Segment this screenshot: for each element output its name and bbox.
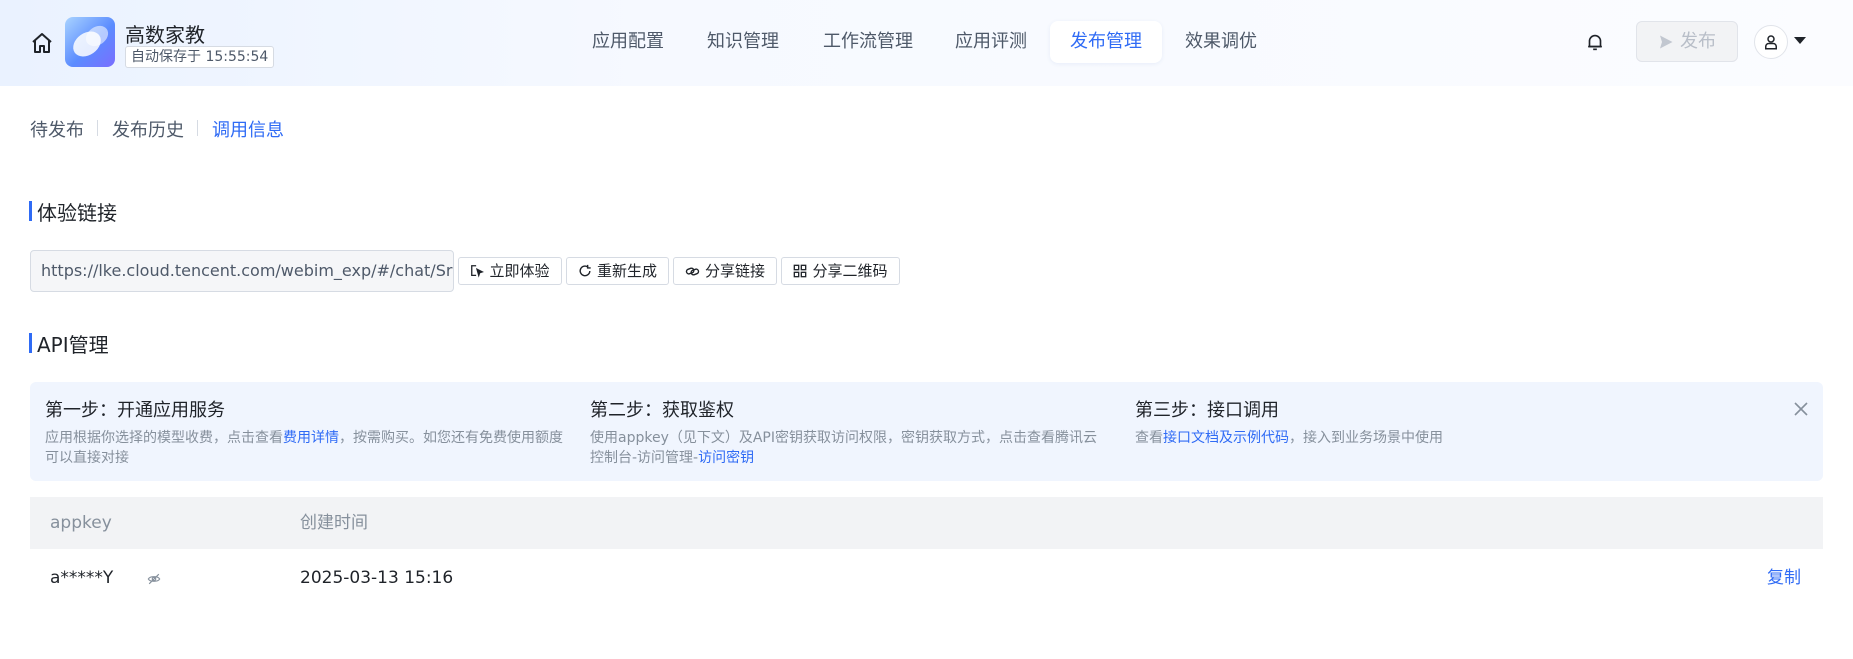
api-docs-link[interactable]: 接口文档及示例代码	[1163, 430, 1289, 446]
section-title-experience: 体验链接	[37, 201, 117, 225]
step-description: 使用appkey（见下文）及API密钥获取访问权限，密钥获取方式，点击查看腾讯云…	[590, 428, 1110, 468]
share-link-button[interactable]: 分享链接	[673, 257, 777, 285]
table-row: a*****Y 2025-03-13 15:16 复制	[30, 549, 1823, 607]
autosave-status: 自动保存于 15:55:54	[125, 46, 275, 68]
try-now-button[interactable]: 立即体验	[458, 257, 562, 285]
close-icon[interactable]	[1791, 399, 1811, 419]
step-text: 使用appkey（见下文）及API密钥获取访问权限，密钥获取方式，点击查看腾讯云…	[590, 430, 1098, 466]
publish-button[interactable]: 发布	[1636, 21, 1738, 62]
chevron-down-icon[interactable]	[1794, 37, 1806, 44]
regenerate-label: 重新生成	[596, 262, 657, 280]
copy-button[interactable]: 复制	[1767, 549, 1801, 607]
tab-evaluation[interactable]: 应用评测	[955, 21, 1027, 63]
section-accent-bar	[29, 333, 32, 353]
send-icon	[1660, 35, 1673, 48]
app-logo	[65, 17, 115, 67]
link-icon	[685, 267, 700, 275]
column-header-created: 创建时间	[300, 513, 368, 533]
step-text: 查看	[1135, 430, 1163, 446]
step-description: 应用根据你选择的模型收费，点击查看费用详情，按需购买。如您还有免费使用额度可以直…	[45, 428, 565, 468]
fee-details-link[interactable]: 费用详情	[283, 430, 339, 446]
bell-icon[interactable]	[1584, 31, 1606, 53]
publish-label: 发布	[1680, 31, 1716, 52]
subtab-invoke-info[interactable]: 调用信息	[212, 116, 284, 142]
step-text: 应用根据你选择的模型收费，点击查看	[45, 430, 283, 446]
share-qr-label: 分享二维码	[812, 262, 888, 280]
experience-url-field[interactable]: https://lke.cloud.tencent.com/webim_exp/…	[30, 250, 454, 292]
share-link-label: 分享链接	[704, 262, 765, 280]
subtab-pending[interactable]: 待发布	[30, 116, 84, 142]
regenerate-button[interactable]: 重新生成	[566, 257, 669, 285]
avatar[interactable]	[1754, 25, 1788, 59]
qr-code-icon	[794, 264, 807, 278]
section-accent-bar	[29, 201, 32, 221]
step-title: 第一步：开通应用服务	[45, 400, 225, 421]
divider	[97, 120, 98, 136]
tab-workflow[interactable]: 工作流管理	[823, 21, 913, 63]
step-2: 第二步：获取鉴权 使用appkey（见下文）及API密钥获取访问权限，密钥获取方…	[590, 396, 1110, 468]
try-now-label: 立即体验	[489, 262, 550, 280]
access-key-link[interactable]: 访问密钥	[698, 450, 754, 466]
eye-off-icon[interactable]	[147, 572, 161, 586]
tab-app-config[interactable]: 应用配置	[592, 21, 664, 63]
step-title: 第三步：接口调用	[1135, 400, 1279, 421]
api-steps-panel: 第一步：开通应用服务 应用根据你选择的模型收费，点击查看费用详情，按需购买。如您…	[30, 382, 1823, 481]
table-header: appkey 创建时间	[30, 497, 1823, 549]
app-name: 高数家教	[125, 23, 205, 47]
step-title: 第二步：获取鉴权	[590, 400, 734, 421]
subtab-history[interactable]: 发布历史	[112, 116, 184, 142]
appkey-value: a*****Y	[50, 568, 114, 588]
created-time-value: 2025-03-13 15:16	[300, 568, 454, 588]
section-title-api: API管理	[37, 333, 109, 357]
step-1: 第一步：开通应用服务 应用根据你选择的模型收费，点击查看费用详情，按需购买。如您…	[45, 396, 565, 468]
user-icon	[1765, 35, 1777, 50]
tab-tuning[interactable]: 效果调优	[1185, 21, 1257, 63]
refresh-icon	[579, 264, 591, 277]
tab-publish[interactable]: 发布管理	[1050, 21, 1162, 63]
column-header-appkey: appkey	[50, 513, 112, 533]
step-description: 查看接口文档及示例代码，接入到业务场景中使用	[1135, 428, 1655, 448]
step-3: 第三步：接口调用 查看接口文档及示例代码，接入到业务场景中使用	[1135, 396, 1655, 448]
step-text: ，接入到业务场景中使用	[1289, 430, 1443, 446]
divider	[197, 120, 198, 136]
cursor-click-icon	[471, 265, 485, 278]
top-bar: 高数家教 自动保存于 15:55:54 应用配置 知识管理 工作流管理 应用评测…	[0, 0, 1853, 86]
share-qr-button[interactable]: 分享二维码	[781, 257, 900, 285]
home-icon[interactable]	[30, 31, 54, 55]
tab-knowledge[interactable]: 知识管理	[707, 21, 779, 63]
